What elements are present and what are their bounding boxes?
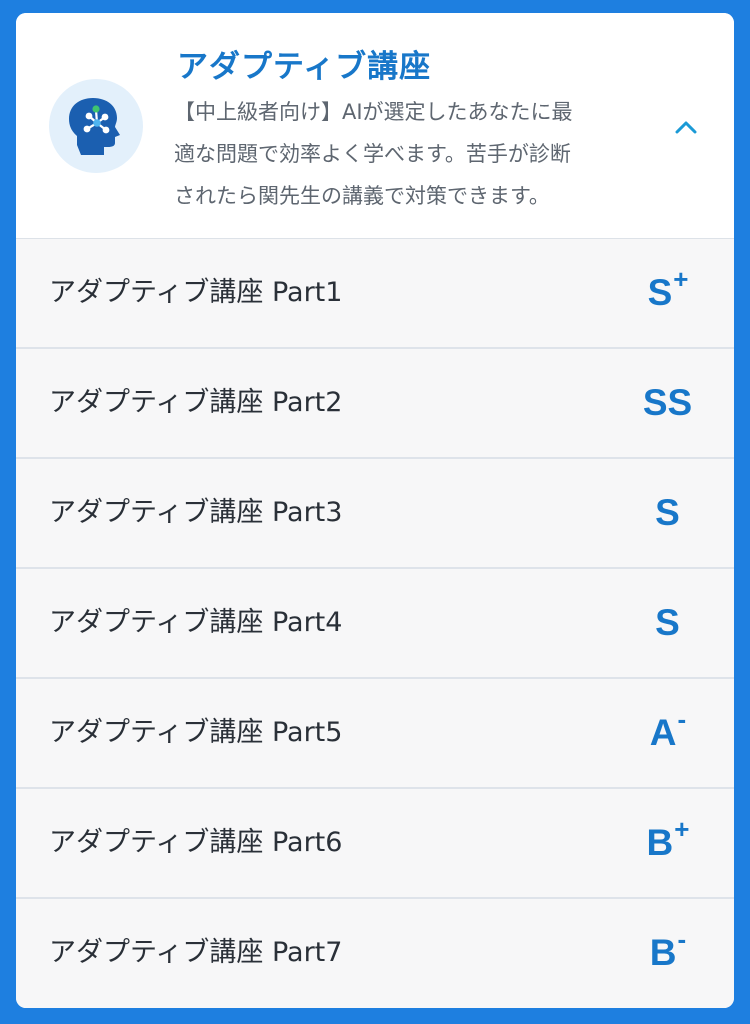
brain-head-icon	[49, 79, 143, 173]
grade-badge: S	[616, 569, 720, 677]
part-row-1[interactable]: アダプティブ講座 Part1 S+	[16, 239, 734, 349]
part-row-2[interactable]: アダプティブ講座 Part2 SS	[16, 349, 734, 459]
part-label: アダプティブ講座 Part4	[49, 607, 343, 638]
course-title: アダプティブ講座	[177, 49, 432, 85]
grade-letter: S	[647, 272, 673, 313]
part-label: アダプティブ講座 Part5	[49, 717, 343, 748]
part-row-4[interactable]: アダプティブ講座 Part4 S	[16, 569, 734, 679]
grade-modifier: -	[677, 924, 687, 954]
part-row-5[interactable]: アダプティブ講座 Part5 A-	[16, 679, 734, 789]
part-label: アダプティブ講座 Part7	[49, 937, 343, 968]
part-row-6[interactable]: アダプティブ講座 Part6 B+	[16, 789, 734, 899]
grade-badge: A-	[616, 679, 720, 787]
part-label: アダプティブ講座 Part6	[49, 827, 343, 858]
grade-badge: SS	[616, 349, 720, 457]
course-card: アダプティブ講座 【中上級者向け】AIが選定したあなたに最 適な問題で効率よく学…	[16, 13, 734, 1008]
part-row-7[interactable]: アダプティブ講座 Part7 B-	[16, 899, 734, 1008]
grade-modifier: -	[677, 704, 687, 734]
description-line: 適な問題で効率よく学べます。苦手が診断	[174, 142, 571, 166]
course-header[interactable]: アダプティブ講座 【中上級者向け】AIが選定したあなたに最 適な問題で効率よく学…	[16, 13, 734, 239]
part-label: アダプティブ講座 Part1	[49, 277, 343, 308]
grade-badge: B-	[616, 899, 720, 1007]
grade-badge: S+	[616, 239, 720, 347]
grade-modifier: +	[673, 264, 689, 294]
grade-letter: B	[646, 822, 674, 863]
grade-badge: S	[616, 459, 720, 567]
grade-letter: S	[655, 492, 680, 533]
chevron-up-icon[interactable]	[671, 113, 701, 143]
grade-badge: B+	[616, 789, 720, 897]
part-label: アダプティブ講座 Part3	[49, 497, 343, 528]
grade-letter: A	[649, 712, 677, 753]
description-line: 【中上級者向け】AIが選定したあなたに最	[174, 100, 573, 124]
grade-letter: SS	[642, 382, 693, 423]
grade-letter: B	[649, 932, 677, 973]
grade-modifier: +	[674, 814, 690, 844]
description-line: されたら関先生の講義で対策できます。	[174, 184, 550, 208]
part-row-3[interactable]: アダプティブ講座 Part3 S	[16, 459, 734, 569]
grade-letter: S	[655, 602, 680, 643]
part-label: アダプティブ講座 Part2	[49, 387, 343, 418]
course-description: 【中上級者向け】AIが選定したあなたに最 適な問題で効率よく学べます。苦手が診断…	[174, 91, 644, 217]
